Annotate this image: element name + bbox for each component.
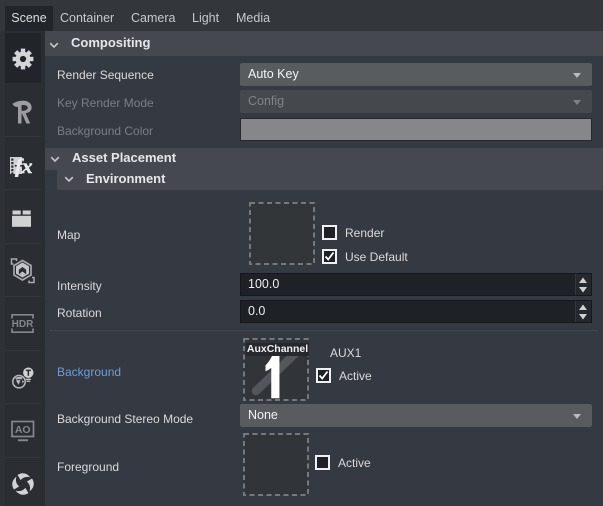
svg-text:AO: AO — [15, 424, 31, 436]
svg-text:fx: fx — [15, 154, 33, 177]
svg-text:HDR: HDR — [12, 319, 34, 330]
